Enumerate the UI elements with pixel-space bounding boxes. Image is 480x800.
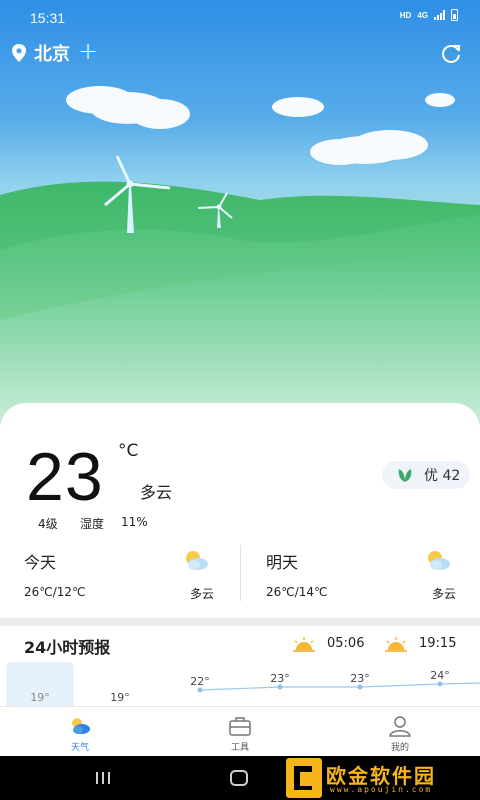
tab-weather[interactable]: 天气	[50, 715, 110, 755]
cloud-icon	[66, 86, 455, 165]
tab-label: 我的	[390, 743, 409, 753]
hourly-temp-label: 19°	[110, 691, 130, 704]
bottom-tab-bar: 天气 工具 我的	[0, 706, 480, 756]
hourly-title: 24小时预报	[24, 638, 111, 657]
home-button[interactable]	[230, 770, 248, 786]
watermark-logo-icon	[286, 758, 322, 798]
tab-label: 工具	[230, 743, 249, 753]
hourly-temp-point	[437, 681, 443, 687]
toolbox-icon	[229, 717, 251, 736]
wind-level: 4级	[38, 517, 58, 531]
partly-cloudy-icon	[428, 551, 450, 570]
aqi-label: 优 42	[424, 468, 461, 484]
watermark-url: www.apoujin.com	[330, 785, 433, 794]
day-name: 今天	[24, 553, 57, 572]
system-navigation-bar: 欧金软件园 www.apoujin.com	[0, 756, 480, 800]
refresh-icon[interactable]	[440, 42, 462, 64]
hourly-temp-label: 22°	[190, 675, 210, 688]
network-type: 4G	[417, 10, 428, 20]
location-pin-icon[interactable]	[10, 43, 28, 63]
hourly-temp-label: 19°	[30, 691, 50, 704]
city-name[interactable]: 北京	[34, 40, 70, 66]
sunrise-time: 05:06	[327, 636, 365, 651]
current-temperature: 23	[26, 439, 104, 515]
temperature-unit: °C	[118, 441, 139, 461]
current-condition: 多云	[140, 483, 173, 502]
hourly-temp-label: 24°	[430, 669, 450, 682]
day-condition: 多云	[431, 587, 456, 601]
tab-tools[interactable]: 工具	[210, 715, 270, 755]
day-name: 明天	[266, 553, 299, 572]
recent-apps-button[interactable]	[96, 772, 110, 784]
day-temp-range: 26℃/14℃	[266, 585, 328, 599]
hourly-forecast[interactable]: 24小时预报 05:06 19:15 19° 19° 22° 23° 23° 24°	[0, 626, 480, 706]
top-bar: 北京 +	[0, 36, 480, 68]
status-bar: 15:31 HD 4G	[0, 0, 480, 34]
hd-indicator: HD	[399, 10, 412, 20]
hourly-temp-point	[357, 684, 363, 690]
forecast-tomorrow[interactable]: 明天 26℃/14℃ 多云	[242, 543, 480, 609]
status-icons: HD 4G	[400, 9, 458, 21]
aqi-badge[interactable]: 优 42	[382, 461, 470, 489]
day-condition: 多云	[189, 587, 214, 601]
humidity-value: 11%	[121, 515, 148, 529]
partly-cloudy-icon	[186, 551, 208, 570]
signal-icon	[434, 10, 445, 20]
day-divider	[240, 545, 241, 601]
sunset-icon	[385, 637, 407, 652]
tab-label: 天气	[70, 743, 89, 753]
hourly-temp-point	[197, 687, 203, 693]
forecast-today[interactable]: 今天 26℃/12℃ 多云	[0, 543, 240, 609]
hourly-temp-label: 23°	[350, 672, 370, 685]
watermark: 欧金软件园 www.apoujin.com	[282, 756, 480, 800]
weather-scene-background: 15:31 HD 4G 北京 +	[0, 0, 480, 430]
tab-mine[interactable]: 我的	[370, 715, 430, 755]
add-city-button[interactable]: +	[78, 36, 98, 66]
humidity-label: 湿度	[80, 517, 105, 531]
section-separator	[0, 618, 480, 626]
hourly-temperature-chart: 19° 19° 22° 23° 23° 24°	[30, 669, 480, 704]
leaf-icon	[398, 469, 412, 482]
sunrise-icon	[293, 637, 315, 652]
day-temp-range: 26℃/12℃	[24, 585, 86, 599]
hourly-temp-label: 23°	[270, 672, 290, 685]
current-weather-card: 23 °C 多云 优 42 4级 湿度 11% 今天 26℃/12℃ 多云 明天…	[0, 403, 480, 618]
weather-icon	[72, 718, 90, 734]
profile-icon	[389, 716, 411, 737]
status-time: 15:31	[30, 10, 66, 26]
battery-icon	[451, 9, 458, 21]
sunset-time: 19:15	[419, 636, 457, 651]
hourly-temp-point	[277, 684, 283, 690]
